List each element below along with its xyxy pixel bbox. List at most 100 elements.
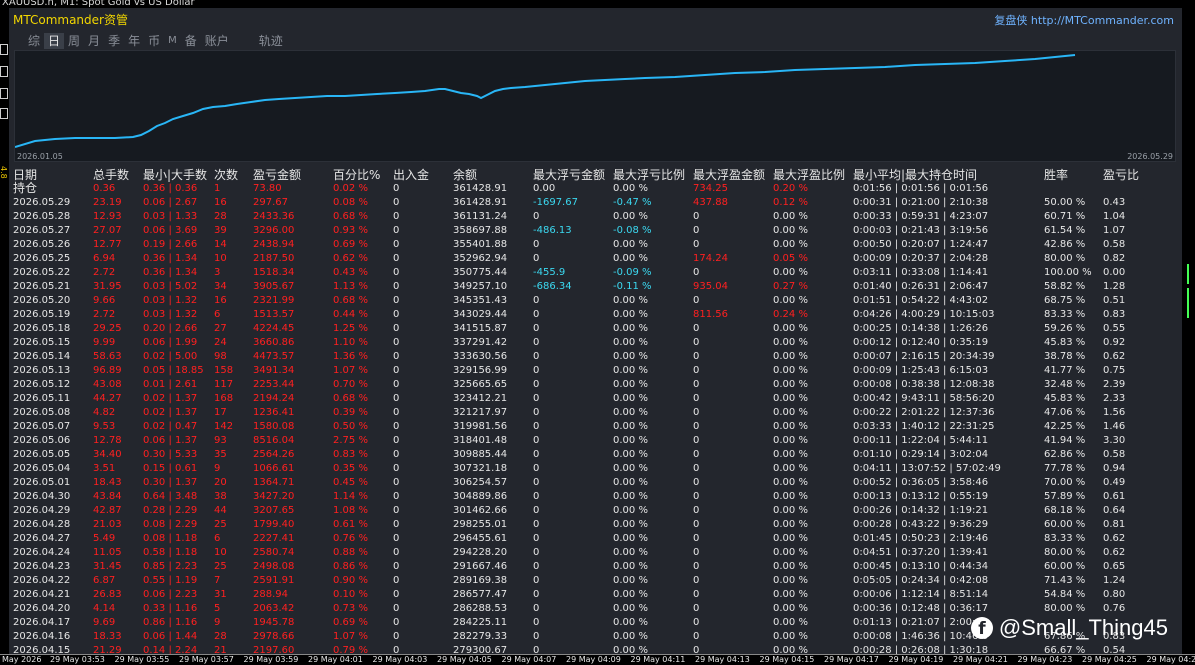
tab-4[interactable]: 季 <box>104 33 124 49</box>
holding-row[interactable]: 持仓0.360.36 | 0.36173.800.02 %0361428.910… <box>9 182 1182 196</box>
table-row[interactable]: 2026.05.256.940.36 | 1.34102187.500.62 %… <box>9 252 1182 266</box>
table-row[interactable]: 2026.05.1144.270.02 | 1.371682194.240.68… <box>9 392 1182 406</box>
tab-6[interactable]: 币 <box>144 33 164 49</box>
table-row[interactable]: 2026.05.2727.070.06 | 3.69393296.000.93 … <box>9 224 1182 238</box>
column-header[interactable]: 最大浮亏金额 <box>533 166 605 183</box>
cell-max-float-profit-pct: 0.24 % <box>773 308 808 321</box>
table-row[interactable]: 2026.05.1243.080.01 | 2.611172253.440.70… <box>9 378 1182 392</box>
brand-link[interactable]: 复盘侠 http://MTCommander.com <box>994 12 1174 28</box>
tab-8[interactable]: 备 <box>181 33 201 49</box>
table-row[interactable]: 2026.05.1396.890.05 | 18.851583491.341.0… <box>9 364 1182 378</box>
tab-2[interactable]: 周 <box>64 33 84 49</box>
table-row[interactable]: 2026.04.226.870.55 | 1.1972591.910.90 %0… <box>9 574 1182 588</box>
table-row[interactable]: 2026.05.2923.190.06 | 2.6716297.670.08 %… <box>9 196 1182 210</box>
cell-max-float-profit-pct: 0.00 % <box>773 350 808 363</box>
cell-pct: 0.08 % <box>333 196 368 209</box>
column-header[interactable]: 最小平均|最大持仓时间 <box>853 166 977 183</box>
table-row[interactable]: 2026.05.159.990.06 | 1.99243660.861.10 %… <box>9 336 1182 350</box>
table-row[interactable]: 2026.05.2812.930.03 | 1.33282433.360.68 … <box>9 210 1182 224</box>
table-row[interactable]: 2026.05.043.510.15 | 0.6191066.610.35 %0… <box>9 462 1182 476</box>
column-header[interactable]: 总手数 <box>93 166 129 183</box>
table-row[interactable]: 2026.04.2942.870.28 | 2.29443207.651.08 … <box>9 504 1182 518</box>
cell-max-float-profit: 0 <box>693 644 699 654</box>
cell-date: 2026.05.07 <box>13 420 70 433</box>
cell-flow: 0 <box>393 490 399 503</box>
cell-lots: 9.53 <box>93 420 115 433</box>
left-tool-2[interactable] <box>0 66 8 77</box>
cell-win-rate: 70.00 % <box>1044 476 1085 489</box>
cell-balance: 361428.91 <box>453 182 507 195</box>
left-tool-3[interactable] <box>0 88 8 99</box>
table-row[interactable]: 2026.04.3043.840.64 | 3.48383427.201.14 … <box>9 490 1182 504</box>
cell-pl-ratio: 0.43 <box>1103 196 1125 209</box>
cell-flow: 0 <box>393 504 399 517</box>
cell-minmax: 0.28 | 2.29 <box>143 504 197 517</box>
cell-date: 2026.05.27 <box>13 224 70 237</box>
tab-1[interactable]: 日 <box>44 33 64 49</box>
tab-7[interactable]: M <box>164 33 181 49</box>
table-row[interactable]: 2026.05.209.660.03 | 1.32162321.990.68 %… <box>9 294 1182 308</box>
column-header[interactable]: 最大浮盈比例 <box>773 166 845 183</box>
cell-max-float-loss: 0 <box>533 532 539 545</box>
table-row[interactable]: 2026.05.0612.780.06 | 1.37938516.042.75 … <box>9 434 1182 448</box>
cell-max-float-loss-pct: 0.00 % <box>613 448 648 461</box>
tab-9[interactable]: 账户 <box>201 33 233 49</box>
scroll-marker-2[interactable] <box>1187 288 1189 318</box>
cell-hold-time: 0:00:26 | 0:14:32 | 1:19:21 <box>853 504 988 517</box>
table-row[interactable]: 2026.05.192.720.03 | 1.3261513.570.44 %0… <box>9 308 1182 322</box>
table-row[interactable]: 2026.04.2821.030.08 | 2.29251799.400.61 … <box>9 518 1182 532</box>
table-row[interactable]: 2026.05.1458.630.02 | 5.00984473.571.36 … <box>9 350 1182 364</box>
cell-pl-ratio: 0.82 <box>1103 252 1125 265</box>
cell-count: 28 <box>214 210 227 223</box>
tab-3[interactable]: 月 <box>84 33 104 49</box>
table-row[interactable]: 2026.05.0534.400.30 | 5.33352564.260.83 … <box>9 448 1182 462</box>
time-axis-label: May 2026 <box>2 655 41 664</box>
cell-max-float-loss: 0 <box>533 616 539 629</box>
cell-max-float-loss-pct: 0.00 % <box>613 252 648 265</box>
cell-hold-time: 0:00:13 | 0:13:12 | 0:55:19 <box>853 490 988 503</box>
cell-max-float-loss-pct: 0.00 % <box>613 392 648 405</box>
cell-pl-ratio: 0.61 <box>1103 490 1125 503</box>
table-row[interactable]: 2026.05.1829.250.20 | 2.66274224.451.25 … <box>9 322 1182 336</box>
column-header[interactable]: 出入金 <box>393 166 429 183</box>
column-header[interactable]: 余额 <box>453 166 477 183</box>
table-row[interactable]: 2026.04.275.490.08 | 1.1862227.410.76 %0… <box>9 532 1182 546</box>
table-row[interactable]: 2026.05.0118.430.30 | 1.37201364.710.45 … <box>9 476 1182 490</box>
left-tool-1[interactable] <box>0 44 8 55</box>
scroll-marker-1[interactable] <box>1187 264 1189 284</box>
table-row[interactable]: 2026.04.204.140.33 | 1.1652063.420.73 %0… <box>9 602 1182 616</box>
column-header[interactable]: 最大浮盈金额 <box>693 166 765 183</box>
tab-5[interactable]: 年 <box>124 33 144 49</box>
column-header[interactable]: 盈亏金额 <box>253 166 301 183</box>
table-row[interactable]: 2026.04.2126.830.06 | 2.2331288.940.10 %… <box>9 588 1182 602</box>
cell-max-float-loss-pct: 0.00 % <box>613 490 648 503</box>
table-row[interactable]: 2026.05.084.820.02 | 1.37171236.410.39 %… <box>9 406 1182 420</box>
table-row[interactable]: 2026.05.079.530.02 | 0.471421580.080.50 … <box>9 420 1182 434</box>
column-header[interactable]: 百分比% <box>333 166 380 183</box>
column-header[interactable]: 最大浮亏比例 <box>613 166 685 183</box>
table-row[interactable]: 2026.05.2612.770.19 | 2.66142438.940.69 … <box>9 238 1182 252</box>
cell-flow: 0 <box>393 644 399 654</box>
cell-pnl: 1518.34 <box>253 266 294 279</box>
cell-date: 2026.05.22 <box>13 266 70 279</box>
cell-minmax: 0.33 | 1.16 <box>143 602 197 615</box>
table-row[interactable]: 2026.05.222.720.36 | 1.3431518.340.43 %0… <box>9 266 1182 280</box>
cell-win-rate: 50.00 % <box>1044 196 1085 209</box>
cell-flow: 0 <box>393 308 399 321</box>
cell-hold-time: 0:00:09 | 0:20:37 | 2:04:28 <box>853 252 988 265</box>
tab-10[interactable]: 轨迹 <box>255 33 287 49</box>
column-header[interactable]: 盈亏比 <box>1103 166 1139 183</box>
cell-max-float-profit-pct: 0.00 % <box>773 630 808 643</box>
table-row[interactable]: 2026.04.2331.450.85 | 2.23252498.080.86 … <box>9 560 1182 574</box>
cell-max-float-loss-pct: -0.11 % <box>613 280 652 293</box>
column-header[interactable]: 最小|大手数 <box>143 166 207 183</box>
table-row[interactable]: 2026.05.2131.950.03 | 5.02343905.671.13 … <box>9 280 1182 294</box>
column-header[interactable]: 次数 <box>214 166 238 183</box>
cell-lots: 26.83 <box>93 588 122 601</box>
cell-pct: 0.76 % <box>333 532 368 545</box>
table-row[interactable]: 2026.04.1521.290.14 | 2.24212197.600.79 … <box>9 644 1182 654</box>
table-row[interactable]: 2026.04.2411.050.58 | 1.18102580.740.88 … <box>9 546 1182 560</box>
column-header[interactable]: 胜率 <box>1044 166 1068 183</box>
tab-0[interactable]: 综 <box>24 33 44 49</box>
left-tool-4[interactable] <box>0 108 8 119</box>
